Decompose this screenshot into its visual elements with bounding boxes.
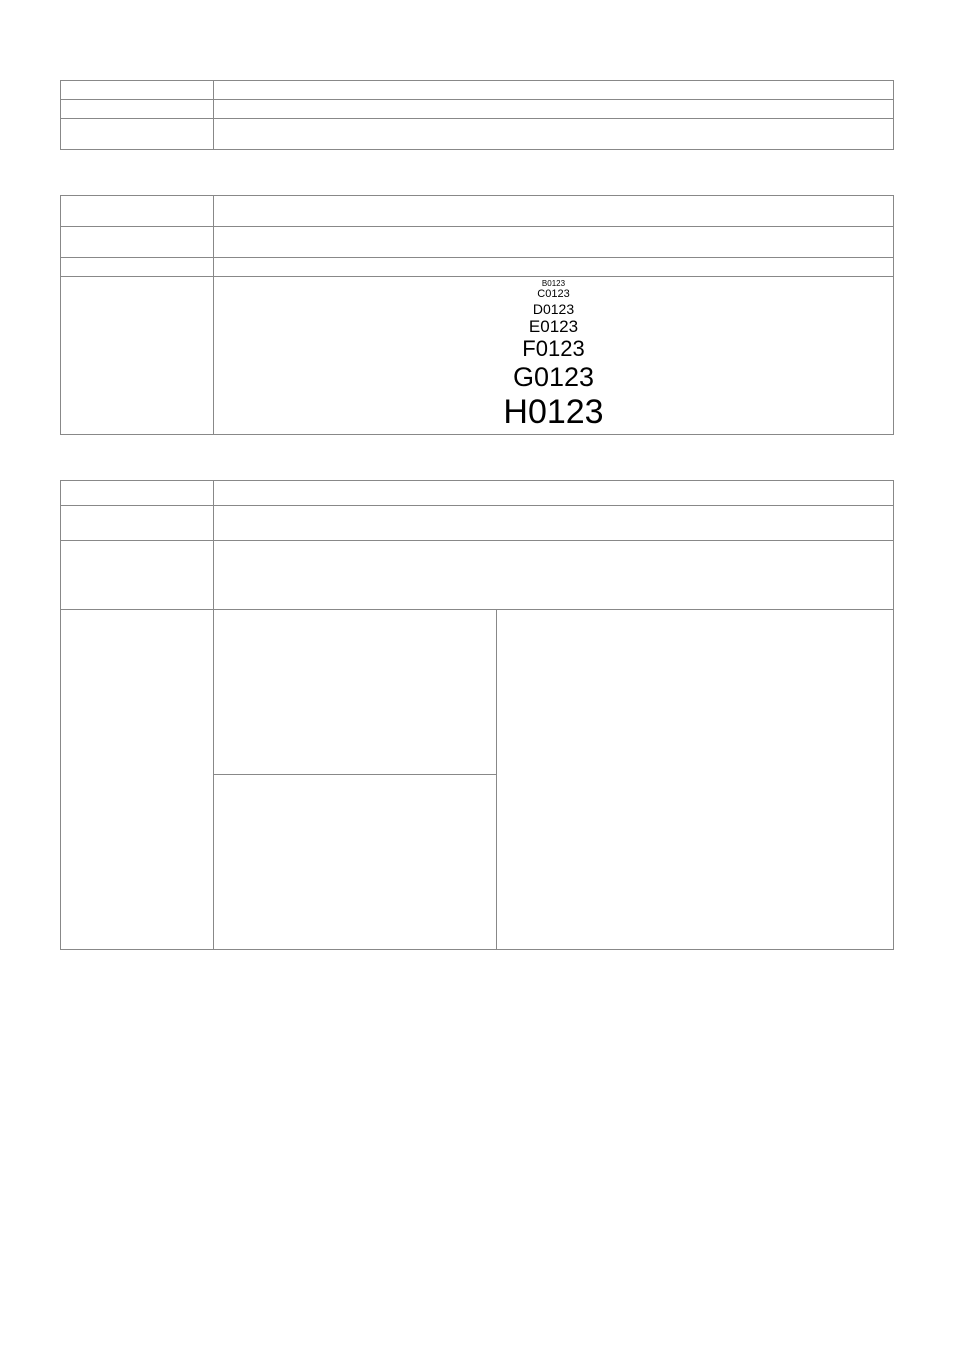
cell (61, 227, 214, 258)
table-row (61, 258, 894, 277)
cell (214, 505, 894, 540)
example-line: F0123 (220, 336, 887, 361)
cell (61, 277, 214, 435)
table-row (61, 196, 894, 227)
cell (61, 196, 214, 227)
cell (214, 774, 497, 949)
example-line: B0123 (220, 279, 887, 288)
cell (61, 258, 214, 277)
table-row (61, 480, 894, 505)
table-row (61, 227, 894, 258)
cell (61, 505, 214, 540)
cell (214, 119, 894, 150)
example-line: H0123 (220, 393, 887, 432)
table-row (61, 100, 894, 119)
cell (61, 100, 214, 119)
table-block-1 (60, 80, 894, 150)
cell (214, 81, 894, 100)
example-line: G0123 (220, 362, 887, 393)
table-row (61, 505, 894, 540)
table-row (61, 119, 894, 150)
cell (497, 609, 894, 949)
table-row (61, 609, 894, 774)
cell (61, 480, 214, 505)
table-block-3 (60, 480, 894, 950)
cell (214, 609, 497, 774)
table-block-2: B0123 C0123 D0123 E0123 F0123 G0123 H012… (60, 195, 894, 435)
table-row (61, 540, 894, 609)
cell (214, 196, 894, 227)
cell (214, 480, 894, 505)
cell (61, 119, 214, 150)
example-line: C0123 (220, 288, 887, 301)
cell (214, 227, 894, 258)
cell (61, 540, 214, 609)
cell (61, 81, 214, 100)
table-row: B0123 C0123 D0123 E0123 F0123 G0123 H012… (61, 277, 894, 435)
example-text-cell: B0123 C0123 D0123 E0123 F0123 G0123 H012… (214, 277, 894, 435)
cell (214, 100, 894, 119)
cell (61, 609, 214, 949)
example-line: E0123 (220, 317, 887, 337)
cell (214, 258, 894, 277)
table-row (61, 81, 894, 100)
example-line: D0123 (220, 301, 887, 317)
cell (214, 540, 894, 609)
